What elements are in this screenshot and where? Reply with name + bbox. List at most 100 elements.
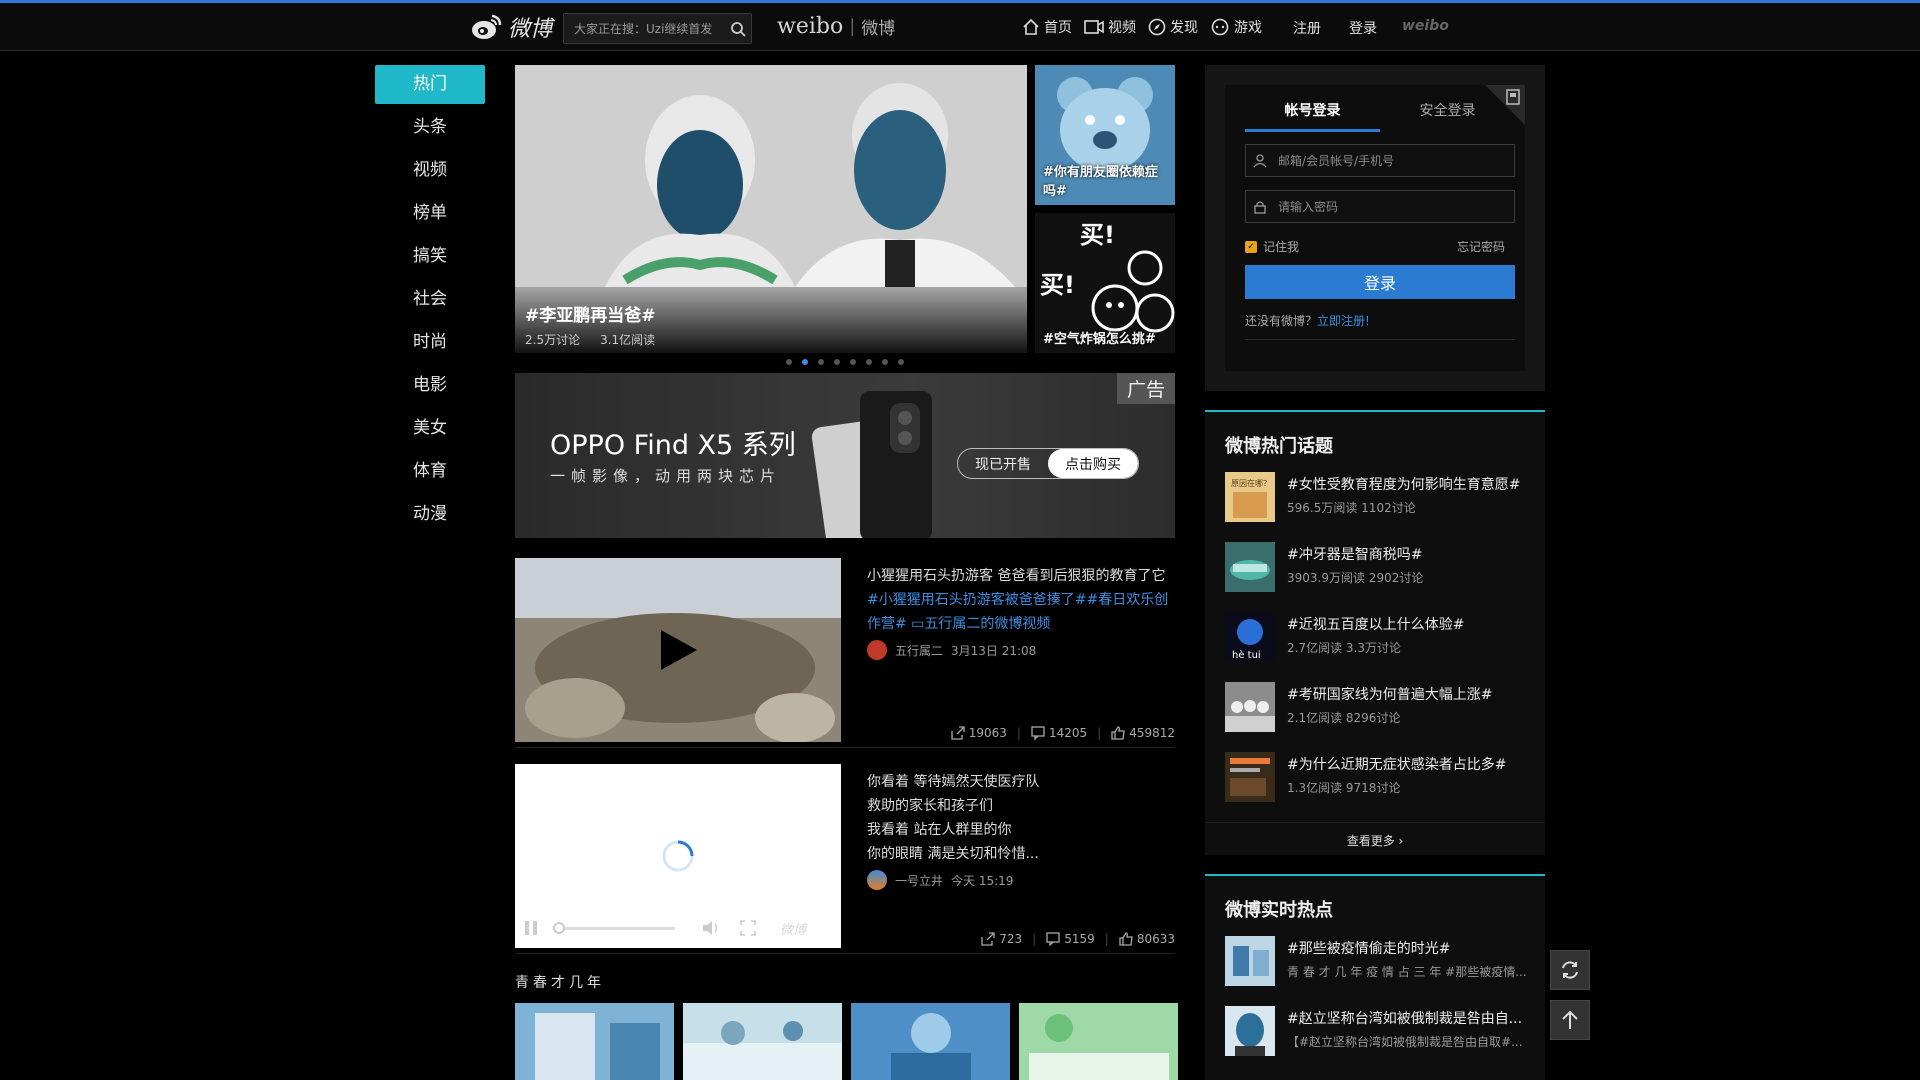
feed-author-1[interactable]: 五行属二 bbox=[895, 642, 943, 659]
gallery-photo[interactable] bbox=[851, 1003, 1010, 1080]
feed-tags-1[interactable]: #小猩猩用石头扔游客被爸爸揍了##春日欢乐创作营# ▭五行属二的微博视频 bbox=[867, 588, 1175, 636]
avatar[interactable] bbox=[867, 640, 887, 660]
ad-cta[interactable]: 现已开售 点击购买 bbox=[957, 448, 1139, 479]
topic-stats: 3903.9万阅读 2902讨论 bbox=[1287, 571, 1424, 585]
realtime-item[interactable]: #赵立坚称台湾如被俄制裁是咎由自... 【#赵立坚称台湾如被俄制裁是咎由自取#.… bbox=[1205, 1006, 1545, 1076]
sidebar-item-rankings[interactable]: 榜单 bbox=[375, 194, 485, 233]
carousel-dot[interactable] bbox=[882, 359, 888, 365]
topic-name: #近视五百度以上什么体验# bbox=[1287, 617, 1465, 633]
see-more-button[interactable]: 查看更多 › bbox=[1205, 822, 1545, 858]
qr-login-icon[interactable] bbox=[1485, 85, 1525, 125]
section-title[interactable]: 青春才几年 bbox=[515, 972, 605, 992]
topic-item[interactable]: #冲牙器是智商税吗# 3903.9万阅读 2902讨论 bbox=[1205, 542, 1545, 612]
search-input[interactable] bbox=[564, 14, 724, 43]
nav-home[interactable]: 首页 bbox=[1022, 17, 1072, 37]
comment-button[interactable]: 5159 bbox=[1046, 932, 1095, 946]
topic-item[interactable]: hè tui #近视五百度以上什么体验# 2.7亿阅读 3.3万讨论 bbox=[1205, 612, 1545, 682]
carousel-dot[interactable] bbox=[898, 359, 904, 365]
fullscreen-icon[interactable] bbox=[740, 920, 756, 936]
brand-separator: | bbox=[849, 16, 856, 37]
carousel-title[interactable]: #李亚鹏再当爸# bbox=[525, 301, 1017, 326]
login-link[interactable]: 登录 bbox=[1349, 18, 1377, 38]
sidebar-item-anime[interactable]: 动漫 bbox=[375, 495, 485, 534]
video-icon bbox=[1084, 20, 1104, 34]
comment-button[interactable]: 14205 bbox=[1031, 726, 1087, 740]
feed-text-1: 小猩猩用石头扔游客 爸爸看到后狠狠的教育了它 #小猩猩用石头扔游客被爸爸揍了##… bbox=[867, 564, 1175, 636]
realtime-panel: 微博实时热点 #那些被疫情偷走的时光# 青 春 才 几 年 疫 情 占 三 年 … bbox=[1205, 874, 1545, 1080]
realtime-item[interactable]: #那些被疫情偷走的时光# 青 春 才 几 年 疫 情 占 三 年 #那些被疫情.… bbox=[1205, 936, 1545, 1006]
forgot-password-link[interactable]: 忘记密码 bbox=[1457, 238, 1505, 255]
sidebar-item-funny[interactable]: 搞笑 bbox=[375, 237, 485, 276]
volume-icon[interactable] bbox=[702, 920, 720, 936]
carousel-dot[interactable] bbox=[786, 359, 792, 365]
nav-discover[interactable]: 发现 bbox=[1148, 17, 1198, 37]
comment-icon bbox=[1046, 932, 1060, 946]
register-now-link[interactable]: 立即注册! bbox=[1317, 314, 1370, 328]
topic-item[interactable]: #考研国家线为何普遍大幅上涨# 2.1亿阅读 8296讨论 bbox=[1205, 682, 1545, 752]
video-player[interactable]: 微博 bbox=[515, 764, 841, 948]
remember-checkbox[interactable]: ✓ bbox=[1245, 240, 1257, 253]
weibo-logo[interactable]: 微博 bbox=[470, 11, 552, 43]
login-tabs: 帐号登录 安全登录 bbox=[1245, 100, 1515, 132]
sidebar-item-beauty[interactable]: 美女 bbox=[375, 409, 485, 448]
topic-item[interactable]: 原因在哪？ #女性受教育程度为何影响生育意愿# 596.5万阅读 1102讨论 bbox=[1205, 472, 1545, 542]
ad-banner[interactable]: OPPO Find X5 系列 一帧影像，动用两块芯片 广告 现已开售 点击购买 bbox=[515, 373, 1175, 538]
back-to-top-button[interactable] bbox=[1550, 1000, 1590, 1040]
gallery-photo[interactable] bbox=[515, 1003, 674, 1080]
password-input[interactable] bbox=[1274, 191, 1514, 222]
sidebar-item-headlines[interactable]: 头条 bbox=[375, 108, 485, 147]
sidebar-item-sports[interactable]: 体育 bbox=[375, 452, 485, 491]
nav-games[interactable]: 游戏 bbox=[1210, 17, 1262, 37]
feed-author-2[interactable]: 一号立井 bbox=[895, 872, 943, 889]
feed-actions-2: 723 | 5159 | 80633 bbox=[981, 932, 1175, 946]
like-count: 80633 bbox=[1136, 932, 1175, 946]
hot-topics-title: 微博热门话题 bbox=[1225, 436, 1333, 457]
carousel-side-slide-1[interactable]: #你有朋友圈依赖症吗# bbox=[1035, 65, 1175, 205]
arrow-up-icon bbox=[1562, 1010, 1578, 1029]
feed-video-thumb-1[interactable] bbox=[515, 558, 841, 742]
feed-text-2[interactable]: 你看着 等待嫣然天使医疗队 救助的家长和孩子们 我看着 站在人群里的你 你的眼睛… bbox=[867, 770, 1175, 866]
remember-me[interactable]: ✓ 记住我 bbox=[1245, 238, 1299, 255]
top-bar: 微博 weibo | 微博 首页 视频 发现 游戏 注册 登录 w bbox=[0, 0, 1920, 51]
carousel-dot[interactable] bbox=[850, 359, 856, 365]
topic-thumb: 原因在哪？ bbox=[1225, 472, 1275, 522]
topic-stats: 2.1亿阅读 8296讨论 bbox=[1287, 711, 1401, 725]
carousel-dot[interactable] bbox=[866, 359, 872, 365]
progress-knob[interactable] bbox=[553, 922, 565, 934]
refresh-button[interactable] bbox=[1550, 950, 1590, 990]
nav-home-label: 首页 bbox=[1044, 20, 1072, 36]
carousel-dot[interactable] bbox=[818, 359, 824, 365]
gallery-photo[interactable] bbox=[1019, 1003, 1178, 1080]
ad-cta-buy-button[interactable]: 点击购买 bbox=[1048, 449, 1138, 478]
topic-item[interactable]: #为什么近期无症状感染者占比多# 1.3亿阅读 9718讨论 bbox=[1205, 752, 1545, 822]
progress-bar[interactable] bbox=[555, 927, 675, 930]
repost-button[interactable]: 19063 bbox=[951, 726, 1007, 740]
feed-caption-1[interactable]: 小猩猩用石头扔游客 爸爸看到后狠狠的教育了它 bbox=[867, 564, 1175, 588]
username-input[interactable] bbox=[1274, 145, 1514, 176]
register-link[interactable]: 注册 bbox=[1293, 18, 1321, 38]
gallery-photo[interactable] bbox=[683, 1003, 842, 1080]
carousel-side-slide-2[interactable]: 买! 买! #空气炸锅怎么挑# bbox=[1035, 213, 1175, 353]
sidebar-item-video[interactable]: 视频 bbox=[375, 151, 485, 190]
weibo-small-logo[interactable]: weibo bbox=[1402, 18, 1449, 34]
carousel-dot-active[interactable] bbox=[802, 359, 808, 365]
pause-icon[interactable] bbox=[525, 921, 539, 935]
carousel-main-slide[interactable]: #李亚鹏再当爸# 2.5万讨论 3.1亿阅读 bbox=[515, 65, 1027, 353]
search-icon[interactable] bbox=[724, 14, 751, 43]
sidebar-item-fashion[interactable]: 时尚 bbox=[375, 323, 485, 362]
sidebar-item-hot[interactable]: 热门 bbox=[375, 65, 485, 104]
sidebar-item-movies[interactable]: 电影 bbox=[375, 366, 485, 405]
sidebar-item-society[interactable]: 社会 bbox=[375, 280, 485, 319]
play-icon[interactable] bbox=[653, 626, 701, 674]
login-button[interactable]: 登录 bbox=[1245, 265, 1515, 299]
repost-button[interactable]: 723 bbox=[981, 932, 1022, 946]
feed-item-1: 小猩猩用石头扔游客 爸爸看到后狠狠的教育了它 #小猩猩用石头扔游客被爸爸揍了##… bbox=[515, 558, 1175, 748]
avatar[interactable] bbox=[867, 870, 887, 890]
feed-line-2: 救助的家长和孩子们 bbox=[867, 798, 993, 814]
like-button[interactable]: 459812 bbox=[1111, 726, 1175, 740]
carousel-dot[interactable] bbox=[834, 359, 840, 365]
ad-cta-on-sale[interactable]: 现已开售 bbox=[958, 449, 1048, 478]
nav-video[interactable]: 视频 bbox=[1084, 17, 1136, 37]
tab-account-login[interactable]: 帐号登录 bbox=[1245, 100, 1380, 132]
like-button[interactable]: 80633 bbox=[1119, 932, 1175, 946]
